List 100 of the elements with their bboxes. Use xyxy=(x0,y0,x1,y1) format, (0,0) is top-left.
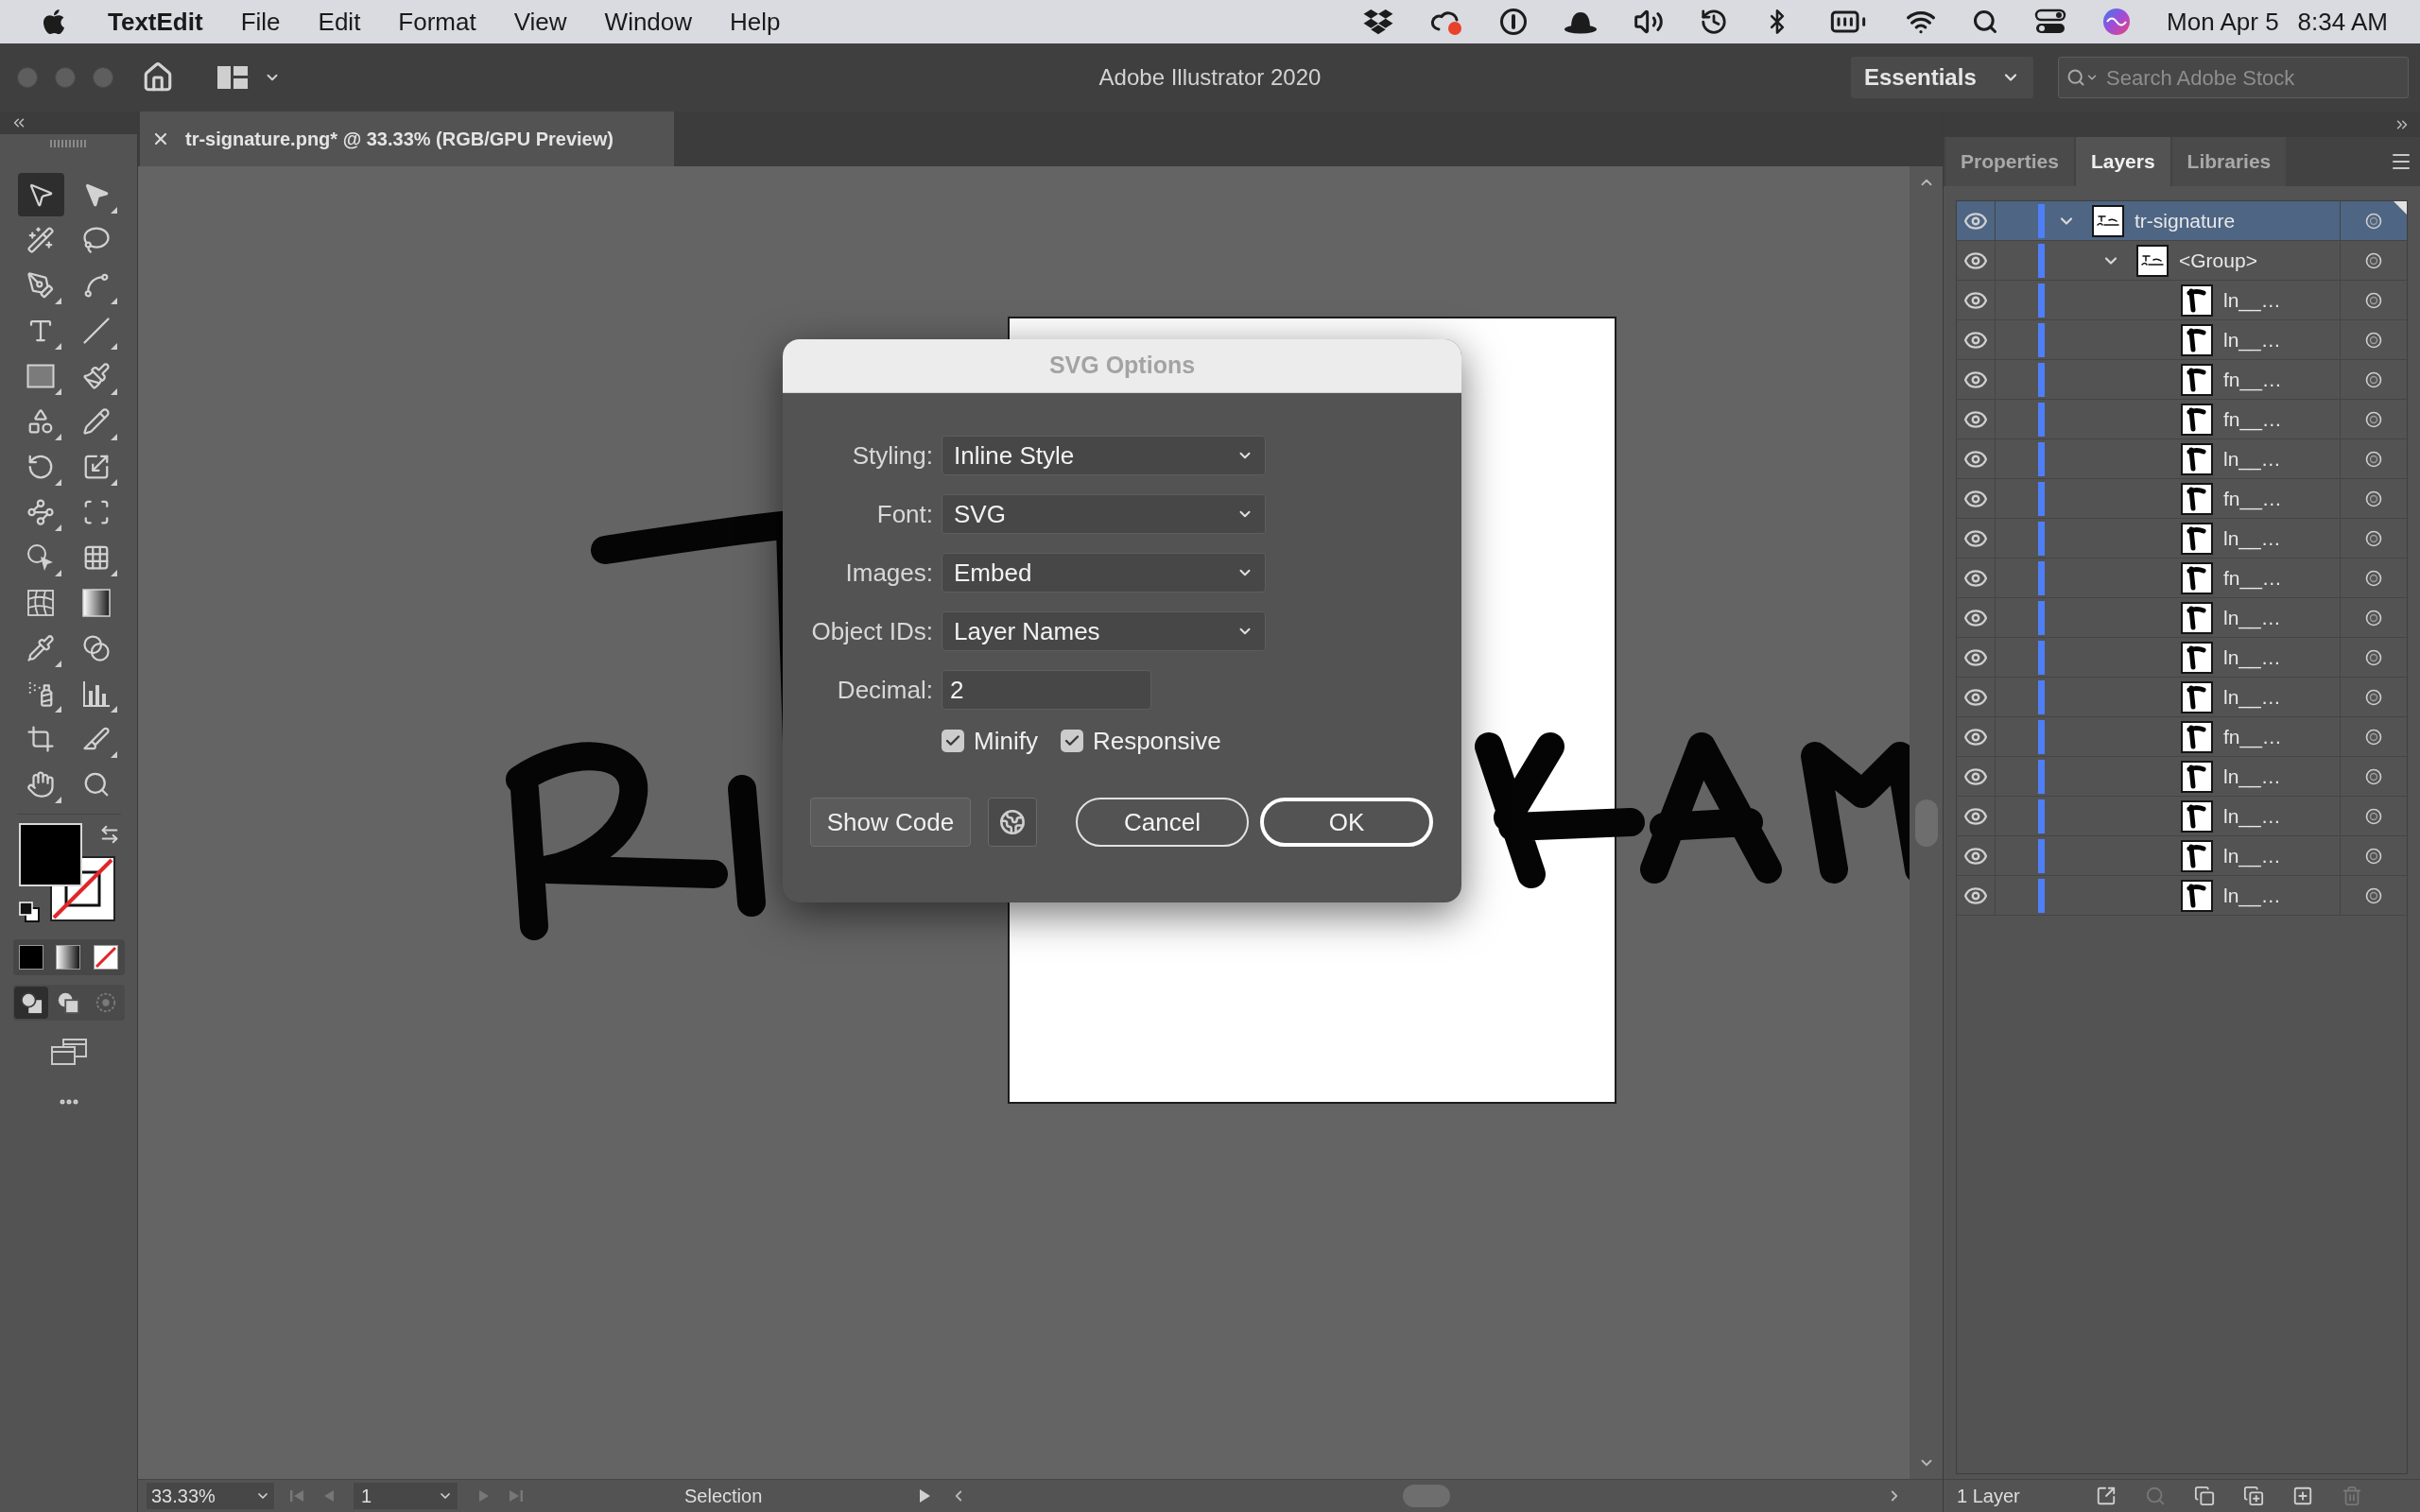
menu-item[interactable]: View xyxy=(513,3,567,41)
siri-orb-icon[interactable] xyxy=(2102,8,2132,36)
target-ring-icon[interactable] xyxy=(2365,251,2382,269)
target-ring-icon[interactable] xyxy=(2365,609,2382,627)
layer-row[interactable]: ln__… xyxy=(1957,836,2407,876)
toggles-icon[interactable] xyxy=(2034,8,2067,36)
app-menu[interactable]: TextEdit xyxy=(108,3,203,41)
panel-tab[interactable]: Layers xyxy=(2075,137,2170,186)
magnifier-icon xyxy=(82,770,111,799)
grip-handle-icon[interactable] xyxy=(49,140,88,147)
target-ring-icon[interactable] xyxy=(2365,370,2382,388)
layer-row[interactable]: ln__… xyxy=(1957,797,2407,836)
target-ring-icon[interactable] xyxy=(2365,450,2382,468)
layer-row[interactable]: ln__… xyxy=(1957,638,2407,678)
color-swatch-icon[interactable] xyxy=(19,945,44,970)
triangle-right-icon[interactable] xyxy=(918,1488,932,1503)
target-ring-icon[interactable] xyxy=(2365,767,2382,785)
circle-cursor-icon xyxy=(26,543,55,572)
vertical-scrollbar[interactable] xyxy=(1910,166,1943,1479)
layer-row[interactable]: ln__… xyxy=(1957,320,2407,360)
layer-row[interactable]: fn__… xyxy=(1957,479,2407,519)
clock-arrow-icon[interactable] xyxy=(1700,8,1729,36)
circle-square-icon xyxy=(20,991,43,1014)
dialog-button[interactable]: Cancel xyxy=(1076,798,1249,847)
layer-color-bar xyxy=(2038,640,2045,675)
layer-row[interactable]: ln__… xyxy=(1957,876,2407,916)
default-colors-icon[interactable] xyxy=(18,902,40,922)
none-swatch-icon[interactable] xyxy=(93,945,118,970)
shapes-icon xyxy=(26,407,55,436)
panel-tab[interactable]: Libraries xyxy=(2171,137,2287,186)
layer-row[interactable]: tr-signature xyxy=(1957,201,2407,241)
layer-thumbnail xyxy=(2181,879,2213,912)
layer-color-bar xyxy=(2038,441,2045,476)
layer-row[interactable]: ln__… xyxy=(1957,519,2407,558)
layer-thumbnail xyxy=(2181,442,2213,475)
checkbox[interactable] xyxy=(942,730,964,752)
layer-thumbnail xyxy=(2181,760,2213,793)
window-title: Adobe Illustrator 2020 xyxy=(1098,63,1322,92)
target-ring-icon[interactable] xyxy=(2365,291,2382,309)
search-icon[interactable] xyxy=(1972,9,1999,35)
curve-icon xyxy=(82,271,111,300)
layer-color-bar xyxy=(2038,799,2045,833)
overlapping-windows-icon[interactable] xyxy=(49,1038,88,1066)
copy-plus-icon[interactable] xyxy=(2242,1486,2264,1506)
layer-row[interactable]: fn__… xyxy=(1957,717,2407,757)
target-ring-icon[interactable] xyxy=(2365,331,2382,349)
document-tab[interactable]: tr-signature.png* @ 33.33% (RGB/GPU Preview) xyxy=(140,112,674,166)
layer-row[interactable]: <Group> xyxy=(1957,241,2407,281)
tool-button[interactable] xyxy=(17,173,64,216)
scrollbar-thumb[interactable] xyxy=(1403,1485,1451,1507)
show-code-button[interactable]: Show Code xyxy=(810,798,971,847)
apple-logo-icon[interactable] xyxy=(42,8,66,36)
home-icon[interactable] xyxy=(142,61,174,94)
target-ring-icon[interactable] xyxy=(2365,490,2382,507)
layer-row[interactable]: ln__… xyxy=(1957,678,2407,717)
target-ring-icon[interactable] xyxy=(2365,886,2382,904)
target-ring-icon[interactable] xyxy=(2365,410,2382,428)
artboard-dropdown[interactable]: 1 xyxy=(354,1483,458,1509)
checkbox[interactable] xyxy=(1060,730,1083,752)
target-ring-icon[interactable] xyxy=(2365,847,2382,865)
target-ring-icon[interactable] xyxy=(2365,688,2382,706)
layer-row[interactable]: fn__… xyxy=(1957,558,2407,598)
box-logo-icon[interactable] xyxy=(1363,8,1394,36)
menu-item[interactable]: Window xyxy=(604,3,693,41)
select-dropdown[interactable]: SVG xyxy=(942,494,1266,534)
dialog-button[interactable]: OK xyxy=(1260,798,1433,847)
target-ring-icon[interactable] xyxy=(2365,648,2382,666)
decimal-input-field[interactable]: 2 xyxy=(942,670,1151,710)
scrollbar-thumb[interactable] xyxy=(1914,799,1938,847)
layer-row[interactable]: ln__… xyxy=(1957,281,2407,320)
layer-row[interactable]: fn__… xyxy=(1957,360,2407,400)
menu-item[interactable]: Format xyxy=(398,3,476,41)
menu-item[interactable]: Help xyxy=(730,3,781,41)
target-ring-icon[interactable] xyxy=(2365,212,2382,230)
select-dropdown[interactable]: Layer Names xyxy=(942,611,1266,651)
menu-item[interactable]: Edit xyxy=(318,3,361,41)
overlapping-circles-icon xyxy=(82,634,111,662)
layer-row[interactable]: ln__… xyxy=(1957,439,2407,479)
keyhole-circle-icon[interactable] xyxy=(1499,8,1529,36)
layer-row[interactable]: fn__… xyxy=(1957,400,2407,439)
menu-item[interactable]: File xyxy=(240,3,281,41)
layer-name: ln__… xyxy=(2223,883,2281,909)
select-dropdown[interactable]: Inline Style xyxy=(942,436,1266,475)
globe-button[interactable] xyxy=(988,798,1037,847)
fill-swatch-icon[interactable] xyxy=(18,823,82,886)
gradient-swatch-icon[interactable] xyxy=(56,945,81,970)
target-ring-icon[interactable] xyxy=(2365,807,2382,825)
zoom-dropdown[interactable]: 33.33% xyxy=(147,1483,274,1509)
target-ring-icon[interactable] xyxy=(2365,569,2382,587)
layer-row[interactable]: ln__… xyxy=(1957,598,2407,638)
panel-tab[interactable]: Properties xyxy=(1945,137,2074,186)
select-dropdown[interactable]: Embed xyxy=(942,553,1266,593)
export-arrow-icon[interactable] xyxy=(2095,1486,2117,1506)
draw-mode-button[interactable] xyxy=(14,987,49,1019)
square-plus-icon[interactable] xyxy=(2291,1486,2313,1506)
target-ring-icon[interactable] xyxy=(2365,728,2382,746)
layer-row[interactable]: ln__… xyxy=(1957,757,2407,797)
workspace-dropdown[interactable]: Essentials xyxy=(1851,57,2033,98)
copy-icon[interactable] xyxy=(2193,1486,2215,1506)
target-ring-icon[interactable] xyxy=(2365,529,2382,547)
